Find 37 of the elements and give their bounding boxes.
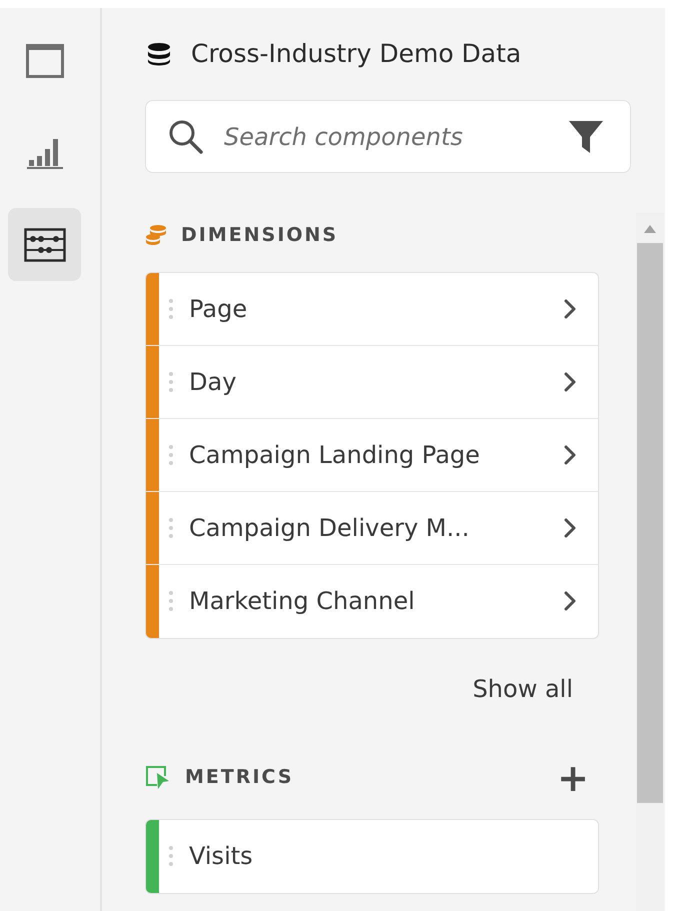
drag-handle-icon[interactable]: [169, 590, 173, 612]
item-label: Marketing Channel: [189, 586, 416, 617]
drag-handle-icon[interactable]: [169, 516, 173, 538]
show-all-button[interactable]: Show all: [472, 670, 573, 706]
chevron-right-icon: [564, 518, 576, 538]
component-item[interactable]: Marketing Channel: [146, 564, 598, 638]
chevron-right-icon: [564, 591, 576, 611]
dataset-title: Cross-Industry Demo Data: [191, 38, 522, 70]
section-heading: METRICS: [185, 765, 295, 790]
database-icon: [147, 42, 171, 66]
drag-handle-icon[interactable]: [169, 298, 173, 320]
component-item[interactable]: Visits: [146, 820, 598, 892]
component-item[interactable]: Day: [146, 346, 598, 418]
abacus-icon: [24, 228, 66, 262]
item-label: Day: [189, 366, 238, 398]
drag-handle-icon[interactable]: [169, 845, 173, 867]
item-label: Visits: [189, 841, 254, 872]
item-label: Campaign Landing Page: [189, 440, 481, 470]
filter-icon[interactable]: [568, 118, 604, 154]
component-item[interactable]: Campaign Delivery M...: [146, 492, 598, 564]
chevron-right-icon: [564, 372, 576, 392]
drag-handle-icon[interactable]: [169, 370, 173, 392]
drag-handle-icon[interactable]: [169, 444, 173, 466]
abacus-tab[interactable]: [8, 208, 81, 281]
component-item[interactable]: Campaign Landing Page: [146, 418, 598, 492]
item-label: Page: [189, 294, 248, 324]
section-heading: DIMENSIONS: [181, 223, 340, 248]
chevron-right-icon: [564, 298, 576, 318]
panel-icon: [26, 44, 64, 78]
scrollbar-thumb[interactable]: [637, 243, 663, 803]
search-icon: [168, 118, 204, 154]
chevron-right-icon: [564, 444, 576, 464]
search-bar[interactable]: Search components: [145, 100, 631, 173]
scroll-up-arrow-icon[interactable]: [644, 225, 656, 233]
item-label: Campaign Delivery M...: [189, 512, 470, 544]
add-button[interactable]: +: [557, 758, 589, 796]
component-item[interactable]: Page: [146, 272, 598, 346]
